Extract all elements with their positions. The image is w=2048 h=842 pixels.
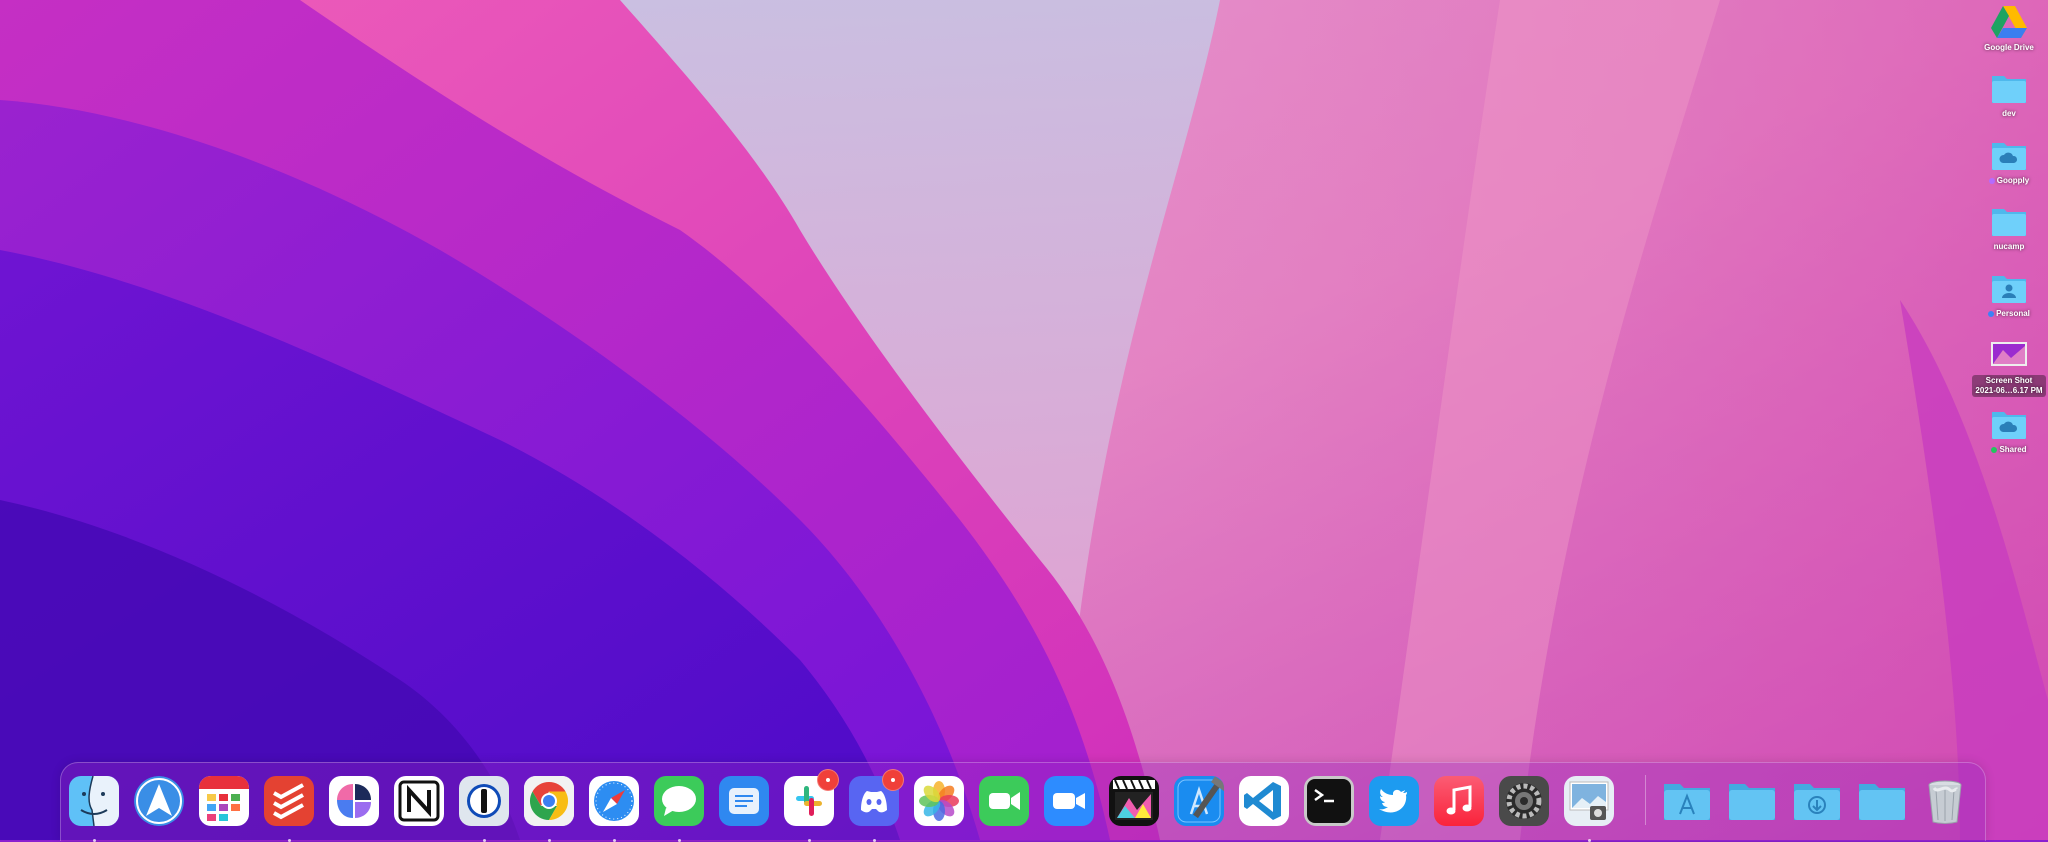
vscode-icon [1239,776,1289,826]
dock-app-twitter[interactable] [1366,773,1422,829]
dock-app-finder[interactable] [66,773,122,842]
xcode-icon [1174,776,1224,826]
dock-app-terminal[interactable] [1301,773,1357,829]
google-drive-icon [1989,4,2029,40]
dock-app-xcode[interactable] [1171,773,1227,829]
dock-app-fantastical[interactable] [196,773,252,829]
dock-app-vscode[interactable] [1236,773,1292,829]
desktop-item-google-drive[interactable]: Google Drive [1970,0,2048,66]
notification-badge [817,769,839,791]
messages-icon [654,776,704,826]
dock-app-photos[interactable] [911,773,967,829]
desktop-item-dev[interactable]: dev [1970,66,2048,132]
cloud-folder-icon [1989,137,2029,173]
dock-app-notion[interactable] [391,773,447,829]
downloads-folder-icon [1792,776,1842,826]
dock-app-music[interactable] [1431,773,1487,829]
music-icon [1434,776,1484,826]
dock-trash[interactable] [1917,773,1973,829]
desktop-item-label: nucamp [1993,242,2025,251]
dock-app-1password[interactable] [456,773,512,842]
facetime-icon [979,776,1029,826]
dock-stack-folder[interactable] [1854,773,1910,829]
folder-icon [1989,70,2029,106]
dock-app-mail[interactable] [716,773,772,829]
folder-icon [1989,203,2029,239]
tag-dot [1991,447,1998,453]
gear-icon [1499,776,1549,826]
dock-app-chrome[interactable] [521,773,577,842]
twitter-icon [1369,776,1419,826]
spark-icon [134,776,184,826]
cloud-folder-icon [1989,406,2029,442]
dock-app-zoom[interactable] [1041,773,1097,829]
desktop-item-label: Goopply [1996,176,2030,185]
mail-icon [719,776,769,826]
dock-stack-documents[interactable] [1724,773,1780,829]
chrome-icon [524,776,574,826]
dock-app-discord[interactable] [846,769,904,842]
desktop-wallpaper [0,0,2048,840]
craft-icon [329,776,379,826]
dock-app-facetime[interactable] [976,773,1032,829]
desktop-icons: Google Drive dev Goopply nucamp Personal… [1970,0,2048,470]
notion-icon [394,776,444,826]
desktop-item-label: dev [2002,109,2016,118]
trash-icon [1920,776,1970,826]
final-cut-icon [1109,776,1159,826]
terminal-icon [1304,776,1354,826]
desktop-item-personal[interactable]: Personal [1970,266,2048,332]
applications-folder-icon [1662,776,1712,826]
dock-app-preview[interactable] [1561,773,1617,842]
dock-stack-applications[interactable] [1659,773,1715,829]
desktop-item-label: Google Drive [1984,43,2034,52]
photos-icon [914,776,964,826]
desktop-item-shared[interactable]: Shared [1970,402,2048,468]
desktop-item-label: Shared [1999,445,2027,454]
dock-app-slack[interactable] [781,769,839,842]
desktop-item-label: Screen Shot [1985,376,2033,385]
tag-dot [1988,178,1995,184]
dock-app-spark[interactable] [131,773,187,829]
dock-app-craft[interactable] [326,773,382,829]
todoist-icon [264,776,314,826]
desktop-item-sublabel: 2021-06…6.17 PM [1975,386,2043,395]
desktop-item-screenshot[interactable]: Screen Shot 2021-06…6.17 PM [1970,332,2048,398]
folder-icon [1857,776,1907,826]
dock-app-safari[interactable] [586,773,642,842]
finder-icon [69,776,119,826]
zoom-icon [1044,776,1094,826]
dock-app-final-cut-pro[interactable] [1106,773,1162,829]
screenshot-thumbnail-icon [1989,336,2029,372]
calendar-icon [199,776,249,826]
desktop-item-goopply[interactable]: Goopply [1970,133,2048,199]
dock-app-system-preferences[interactable] [1496,773,1552,829]
dock-divider [1645,775,1646,825]
dock-app-messages[interactable] [651,773,707,842]
preview-icon [1564,776,1614,826]
dock-stack-downloads[interactable] [1789,773,1845,829]
folder-icon [1727,776,1777,826]
tag-dot [1988,311,1995,317]
desktop-item-label: Personal [1996,309,2030,318]
1password-icon [459,776,509,826]
desktop-item-nucamp[interactable]: nucamp [1970,199,2048,265]
dock-app-todoist[interactable] [261,773,317,842]
safari-icon [589,776,639,826]
notification-badge [882,769,904,791]
dock [60,762,1986,842]
person-folder-icon [1989,270,2029,306]
